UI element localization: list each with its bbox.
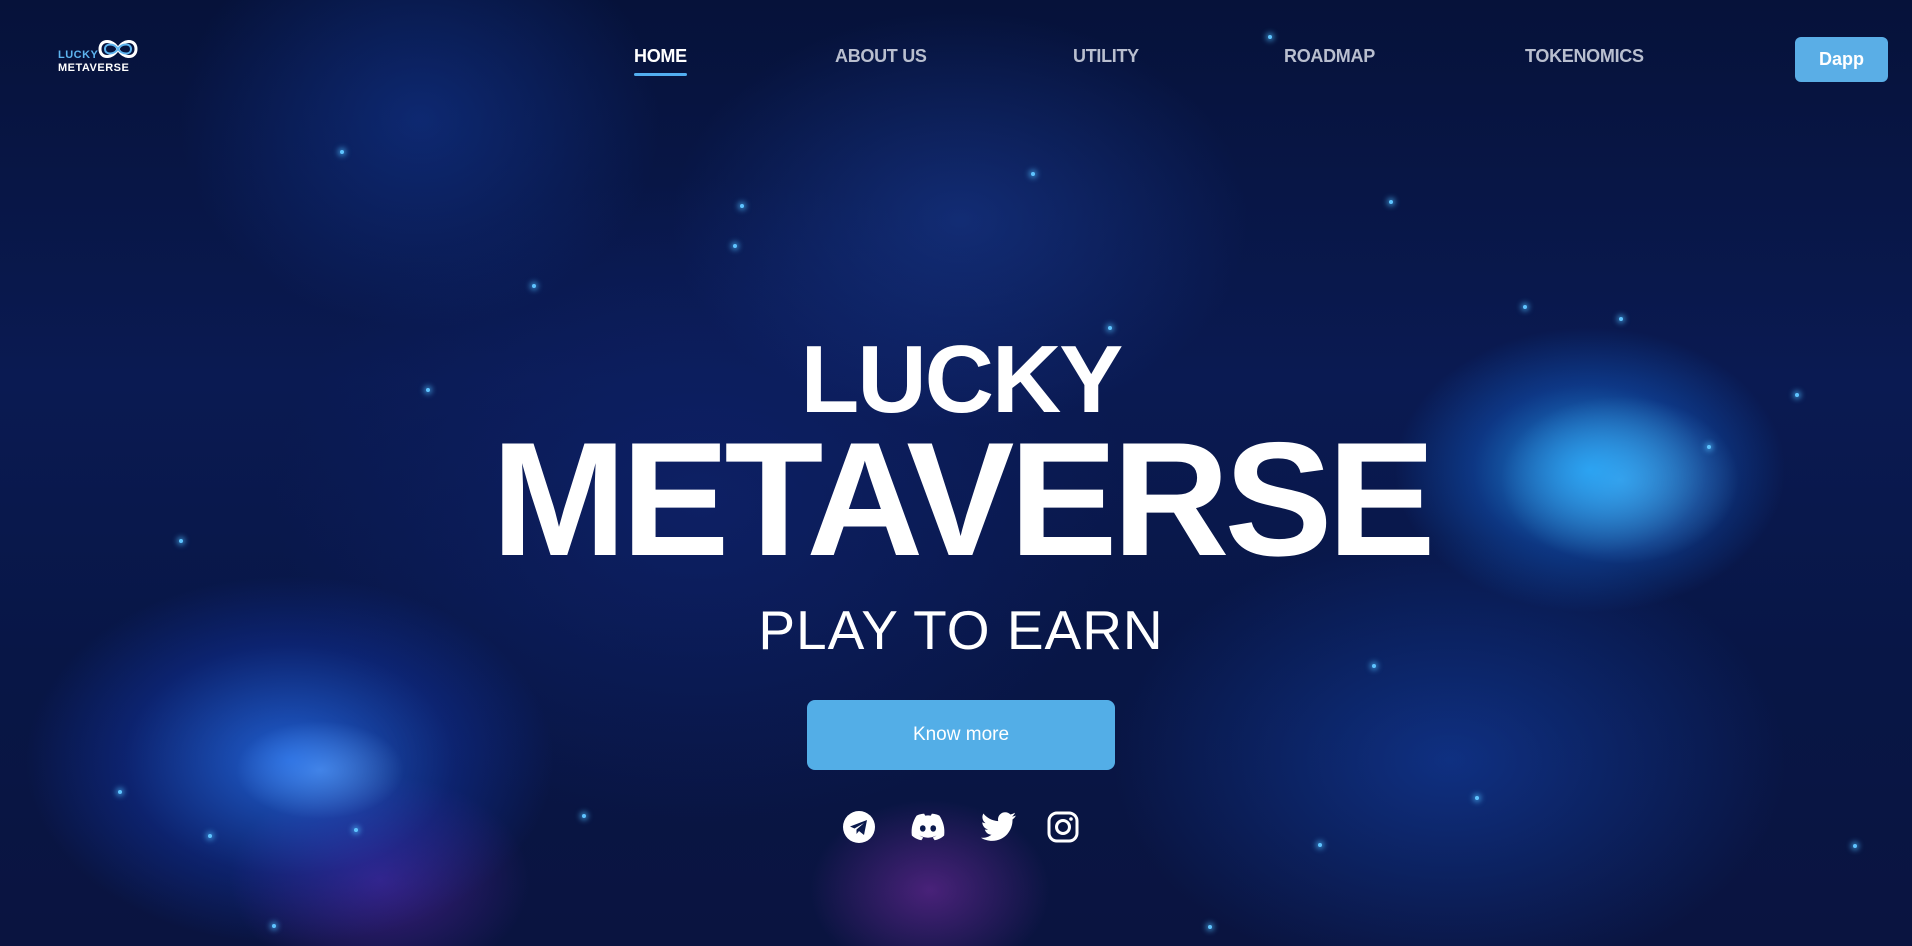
star bbox=[272, 924, 276, 928]
social-links bbox=[0, 808, 1912, 848]
hero-subtitle: PLAY TO EARN bbox=[758, 599, 1164, 661]
star bbox=[733, 244, 737, 248]
telegram-icon bbox=[843, 811, 875, 843]
discord-link[interactable] bbox=[909, 808, 947, 846]
nav-item-utility[interactable]: UTILITY bbox=[1073, 46, 1139, 67]
nav-item-home[interactable]: HOME bbox=[634, 46, 687, 76]
star bbox=[1389, 200, 1393, 204]
hero-title-line2: METAVERSE bbox=[491, 409, 1435, 590]
hero-page: LUCKY METAVERSE HOME ABOUT US UTILITY RO… bbox=[0, 0, 1912, 946]
star bbox=[1268, 35, 1272, 39]
know-more-button[interactable]: Know more bbox=[807, 700, 1115, 770]
twitter-icon bbox=[981, 812, 1016, 841]
dapp-button[interactable]: Dapp bbox=[1795, 37, 1888, 82]
star bbox=[1208, 925, 1212, 929]
telegram-link[interactable] bbox=[840, 808, 878, 846]
discord-icon bbox=[911, 813, 945, 841]
star bbox=[1475, 796, 1479, 800]
star bbox=[532, 284, 536, 288]
star bbox=[1523, 305, 1527, 309]
star bbox=[740, 204, 744, 208]
instagram-link[interactable] bbox=[1044, 808, 1082, 846]
star bbox=[1619, 317, 1623, 321]
star bbox=[1031, 172, 1035, 176]
main-nav: HOME ABOUT US UTILITY ROADMAP TOKENOMICS bbox=[0, 46, 1912, 76]
star bbox=[1372, 664, 1376, 668]
twitter-link[interactable] bbox=[980, 808, 1018, 846]
nav-item-about-us[interactable]: ABOUT US bbox=[835, 46, 927, 67]
star bbox=[118, 790, 122, 794]
nav-item-roadmap[interactable]: ROADMAP bbox=[1284, 46, 1375, 67]
star bbox=[340, 150, 344, 154]
instagram-icon bbox=[1047, 811, 1079, 843]
nav-item-tokenomics[interactable]: TOKENOMICS bbox=[1525, 46, 1644, 67]
